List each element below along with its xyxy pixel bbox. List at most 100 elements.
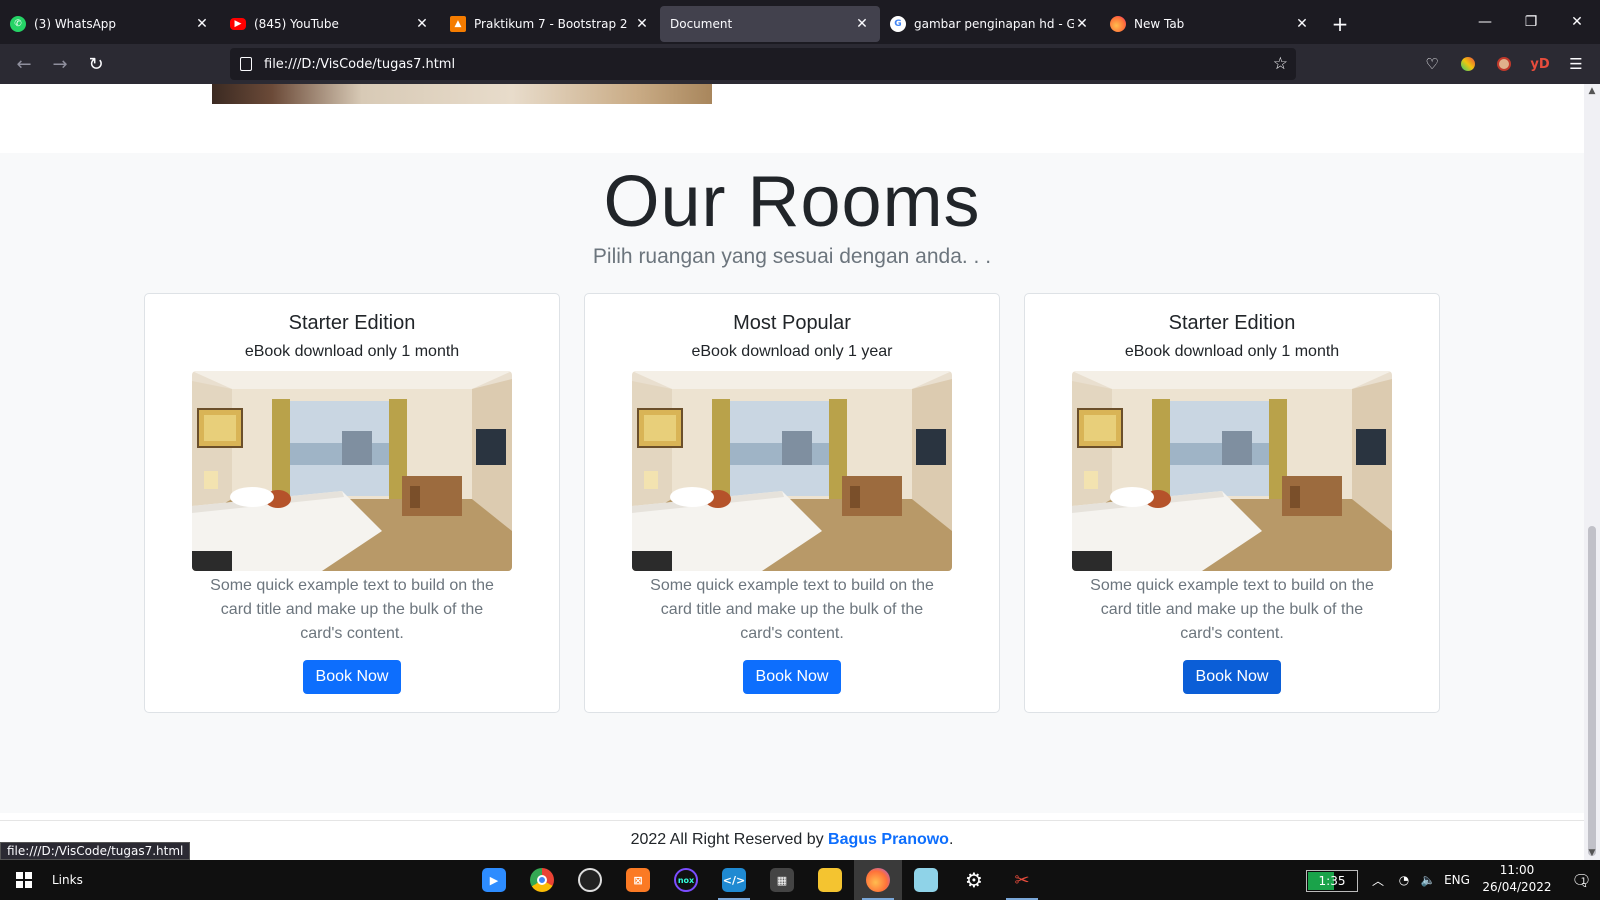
tab-youtube[interactable]: ▶ (845) YouTube ✕: [220, 6, 440, 42]
room-card: Most Popular eBook download only 1 year …: [584, 293, 1000, 713]
extension-icon[interactable]: [1452, 48, 1484, 80]
card-subtitle: eBook download only 1 year: [691, 343, 893, 360]
close-tab-icon[interactable]: ✕: [414, 16, 430, 32]
close-tab-icon[interactable]: ✕: [854, 16, 870, 32]
restore-icon[interactable]: ❐: [1508, 0, 1554, 44]
card-text: Some quick example text to build on the …: [650, 577, 934, 642]
reload-icon[interactable]: ↻: [78, 48, 114, 80]
classroom-icon: ▲: [450, 16, 466, 32]
close-tab-icon[interactable]: ✕: [194, 16, 210, 32]
room-card: Starter Edition eBook download only 1 mo…: [144, 293, 560, 713]
card-text: Some quick example text to build on the …: [1090, 577, 1374, 642]
taskbar-xampp[interactable]: ⊠: [614, 860, 662, 900]
room-image: [192, 371, 512, 571]
card-title: Most Popular: [733, 312, 851, 334]
taskbar-vscode[interactable]: </>: [710, 860, 758, 900]
tab-bar: ✆ (3) WhatsApp ✕ ▶ (845) YouTube ✕ ▲ Pra…: [0, 0, 1600, 44]
close-tab-icon[interactable]: ✕: [1074, 16, 1090, 32]
tab-label: Praktikum 7 - Bootstrap 2: [474, 17, 628, 31]
taskbar-firefox[interactable]: [854, 860, 902, 900]
taskbar-snipping[interactable]: ✂: [998, 860, 1046, 900]
card-subtitle: eBook download only 1 month: [244, 343, 460, 360]
section-lead: Pilih ruangan yang sesuai dengan anda. .…: [592, 245, 992, 268]
close-tab-icon[interactable]: ✕: [634, 16, 650, 32]
page-scrollbar[interactable]: ▲ ▼: [1584, 84, 1600, 860]
forward-arrow-icon[interactable]: →: [42, 48, 78, 80]
menu-icon[interactable]: ☰: [1560, 48, 1592, 80]
tab-google[interactable]: G gambar penginapan hd - Googl ✕: [880, 6, 1100, 42]
taskbar-nox[interactable]: nox: [662, 860, 710, 900]
tab-label: (3) WhatsApp: [34, 17, 117, 31]
chevron-up-icon[interactable]: ︿: [1366, 860, 1390, 900]
taskbar-notes[interactable]: [902, 860, 950, 900]
clock-time: 11:00: [1499, 863, 1535, 877]
notes-icon: [914, 868, 938, 892]
room-card: Starter Edition eBook download only 1 mo…: [1024, 293, 1440, 713]
footer-suffix: .: [948, 831, 954, 848]
start-button[interactable]: [0, 860, 48, 900]
battery-indicator[interactable]: 1:35: [1306, 870, 1358, 892]
pocket-icon[interactable]: ♡: [1416, 48, 1448, 80]
links-toolbar[interactable]: Links: [52, 873, 83, 887]
taskbar-zoom[interactable]: ▶: [470, 860, 518, 900]
chrome-icon: [530, 868, 554, 892]
taskbar-settings[interactable]: ⚙: [950, 860, 998, 900]
whatsapp-icon: ✆: [10, 16, 26, 32]
taskbar-obs[interactable]: [566, 860, 614, 900]
tab-praktikum[interactable]: ▲ Praktikum 7 - Bootstrap 2 ✕: [440, 6, 660, 42]
language-indicator[interactable]: ENG: [1440, 860, 1474, 900]
new-tab-button[interactable]: +: [1320, 6, 1360, 42]
book-now-button[interactable]: Book Now: [1182, 660, 1282, 694]
taskbar-chrome[interactable]: [518, 860, 566, 900]
rooms-section: Our Rooms Pilih ruangan yang sesuai deng…: [0, 153, 1584, 813]
firefox-icon: [866, 868, 890, 892]
volume-icon[interactable]: 🔈: [1416, 860, 1440, 900]
bookmark-star-icon[interactable]: ☆: [1273, 54, 1288, 74]
tab-document[interactable]: Document ✕: [660, 6, 880, 42]
close-window-icon[interactable]: ✕: [1554, 0, 1600, 44]
tab-whatsapp[interactable]: ✆ (3) WhatsApp ✕: [0, 6, 220, 42]
yandex-extension-icon[interactable]: yD: [1524, 48, 1556, 80]
page-title: Our Rooms: [603, 162, 981, 242]
minimize-icon[interactable]: —: [1462, 0, 1508, 44]
profile-extension-icon[interactable]: [1488, 48, 1520, 80]
network-icon[interactable]: ◔: [1392, 860, 1416, 900]
clock[interactable]: 11:00 26/04/2022: [1476, 862, 1558, 896]
vscode-icon: </>: [722, 868, 746, 892]
book-now-button[interactable]: Book Now: [302, 660, 402, 694]
hero-image: [212, 84, 712, 104]
book-now-button[interactable]: Book Now: [742, 660, 842, 694]
room-image: [632, 371, 952, 571]
tab-label: New Tab: [1134, 17, 1185, 31]
gear-icon: ⚙: [965, 868, 983, 892]
tab-label: (845) YouTube: [254, 17, 339, 31]
taskbar-media[interactable]: ▦: [758, 860, 806, 900]
footer-brand-link[interactable]: Bagus Pranowo: [828, 831, 949, 848]
battery-time: 1:35: [1318, 874, 1346, 888]
status-url: file:///D:/VisCode/tugas7.html: [0, 842, 191, 860]
card-title: Starter Edition: [288, 312, 416, 334]
address-bar[interactable]: file:///D:/VisCode/tugas7.html ☆: [230, 48, 1296, 80]
folder-icon: [818, 868, 842, 892]
nox-icon: nox: [674, 868, 698, 892]
back-arrow-icon[interactable]: ←: [6, 48, 42, 80]
close-tab-icon[interactable]: ✕: [1294, 16, 1310, 32]
scroll-up-icon[interactable]: ▲: [1584, 86, 1600, 96]
url-text: file:///D:/VisCode/tugas7.html: [264, 56, 456, 72]
navigation-bar: ← → ↻ file:///D:/VisCode/tugas7.html ☆: [0, 44, 1600, 84]
youtube-icon: ▶: [230, 18, 246, 30]
notification-icon[interactable]: 🗨 1: [1558, 860, 1600, 900]
page-footer: 2022 All Right Reserved by Bagus Pranowo…: [0, 820, 1584, 860]
zoom-icon: ▶: [482, 868, 506, 892]
tab-label: gambar penginapan hd - Googl: [914, 17, 1074, 31]
google-icon: G: [890, 16, 906, 32]
window-controls: — ❐ ✕: [1462, 0, 1600, 44]
snipping-tool-icon: ✂: [1014, 869, 1030, 891]
room-image: [1072, 371, 1392, 571]
taskbar-explorer[interactable]: [806, 860, 854, 900]
scrollbar-thumb[interactable]: [1588, 526, 1596, 856]
tab-new-tab[interactable]: New Tab ✕: [1100, 6, 1320, 42]
scroll-down-icon[interactable]: ▼: [1584, 848, 1600, 858]
card-title: Starter Edition: [1168, 312, 1296, 334]
notification-count: 1: [1580, 877, 1587, 887]
